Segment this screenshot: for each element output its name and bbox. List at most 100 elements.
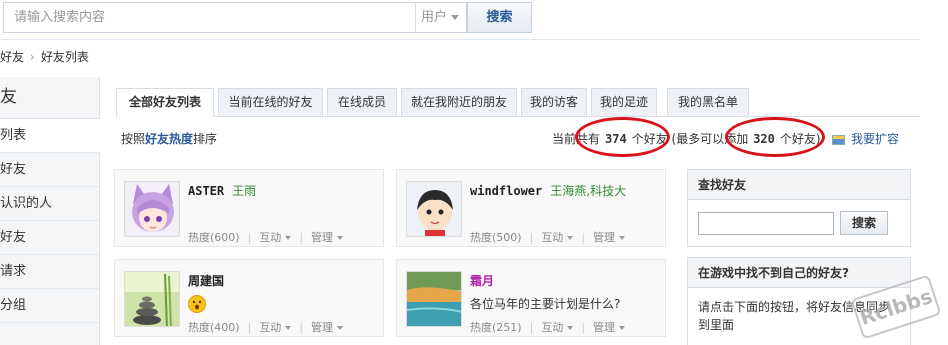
expand-label: 我要扩容: [851, 132, 900, 146]
divider: |: [581, 321, 586, 334]
chevron-right-icon: ›: [30, 50, 35, 64]
tab-footprints[interactable]: 我的足迹: [591, 88, 657, 117]
sidebar-item[interactable]: 列表: [0, 119, 101, 153]
manage-label: 管理: [593, 231, 616, 244]
sort-bar: 按照好友热度排序: [121, 130, 217, 147]
chevron-down-icon: [567, 236, 574, 240]
avatar[interactable]: [124, 271, 180, 327]
sort-suffix: 排序: [193, 132, 218, 146]
sort-key-link[interactable]: 好友热度: [145, 132, 193, 146]
chevron-down-icon: [337, 236, 344, 240]
chevron-down-icon: [567, 326, 574, 330]
friend-name-link[interactable]: 霜月: [470, 272, 494, 289]
tab-visitors[interactable]: 我的访客: [521, 88, 587, 117]
interact-label: 互动: [541, 231, 564, 244]
cartoon-boy-avatar: [407, 182, 461, 236]
friend-stats: 当前共有 374 个好友 (最多可以添加 320 个好友): [552, 130, 821, 147]
chevron-down-icon: [619, 236, 626, 240]
tab-online-members[interactable]: 在线成员: [327, 88, 397, 117]
surprised-face-icon: [188, 295, 206, 313]
chevron-down-icon: [337, 326, 344, 330]
breadcrumb-item[interactable]: 好友列表: [41, 50, 89, 64]
sidebar-item[interactable]: 好友: [0, 153, 99, 187]
manage-label: 管理: [593, 321, 616, 334]
friend-meta: 热度(251) | 互动 | 管理: [470, 319, 626, 335]
panel-title: 在游戏中找不到自己的好友?: [688, 258, 910, 288]
search-button[interactable]: 搜索: [467, 2, 532, 33]
avatar[interactable]: [124, 181, 180, 237]
interact-menu[interactable]: 互动: [259, 321, 292, 334]
friend-name: 霜月: [470, 274, 495, 288]
stats-mid: 个好友 (最多可以添加: [631, 132, 749, 146]
friend-note: 王雨: [232, 184, 257, 198]
sidebar-item[interactable]: 请求: [0, 255, 99, 289]
friend-name-link[interactable]: 周建国: [188, 272, 224, 289]
interact-label: 互动: [259, 321, 282, 334]
chevron-down-icon: [451, 15, 460, 20]
friend-card: ASTER 王雨 热度(600) | 互动 | 管理: [114, 169, 384, 247]
divider: |: [247, 321, 252, 334]
friend-name-link[interactable]: ASTER 王雨: [188, 182, 256, 199]
divider: |: [581, 231, 586, 244]
chevron-down-icon: [619, 326, 626, 330]
tab-bar: 全部好友列表 当前在线的好友 在线成员 就在我附近的朋友 我的访客 我的足迹 我…: [116, 88, 920, 117]
breadcrumb-item[interactable]: 好友: [0, 50, 24, 64]
manage-menu[interactable]: 管理: [593, 231, 626, 244]
find-friend-panel: 查找好友 搜索: [687, 169, 911, 247]
expand-link[interactable]: 我要扩容: [832, 130, 899, 147]
sidebar-title: 友: [0, 77, 99, 119]
friend-heat: 热度(400): [188, 321, 240, 334]
panel-title: 查找好友: [688, 170, 910, 200]
interact-menu[interactable]: 互动: [259, 231, 292, 244]
divider: |: [529, 231, 534, 244]
sidebar-item[interactable]: 认识的人: [0, 187, 99, 221]
friend-status-text: 各位马年的主要计划是什么?: [470, 297, 621, 311]
divider: |: [529, 321, 534, 334]
zen-stones-avatar: [125, 272, 179, 326]
interact-menu[interactable]: 互动: [541, 231, 574, 244]
lake-landscape-avatar: [407, 272, 461, 326]
sidebar-item[interactable]: 好友: [0, 221, 99, 255]
tab-blacklist[interactable]: 我的黑名单: [667, 88, 749, 117]
friend-note: 王海燕,科技大: [550, 184, 627, 198]
sidebar-item[interactable]: 分组: [0, 289, 99, 323]
friend-meta: 热度(600) | 互动 | 管理: [188, 229, 344, 245]
find-friend-button[interactable]: 搜索: [840, 211, 888, 235]
sort-prefix: 按照: [121, 132, 146, 146]
anime-cat-girl-avatar: [125, 182, 179, 236]
friend-max: 320: [753, 132, 775, 146]
manage-menu[interactable]: 管理: [593, 321, 626, 334]
tab-all-friends[interactable]: 全部好友列表: [116, 88, 214, 117]
stats-prefix: 当前共有: [552, 132, 601, 146]
sidebar: 友 列表 好友 认识的人 好友 请求 分组: [0, 77, 101, 345]
search-type-label: 用户: [421, 10, 448, 25]
friend-heat: 热度(600): [188, 231, 240, 244]
expand-icon: [832, 134, 845, 145]
interact-menu[interactable]: 互动: [541, 321, 574, 334]
friend-meta: 热度(500) | 互动 | 管理: [470, 229, 626, 245]
friend-name-link[interactable]: windflower 王海燕,科技大: [470, 182, 626, 199]
chevron-down-icon: [285, 326, 292, 330]
manage-menu[interactable]: 管理: [311, 231, 344, 244]
friend-count: 374: [605, 132, 627, 146]
page: 请输入搜索内容 用户 搜索 好友 › 好友列表 友 列表 好友 认识的人 好友 请求…: [0, 0, 948, 345]
find-friend-input[interactable]: [698, 212, 834, 235]
friend-heat: 热度(251): [470, 321, 522, 334]
chevron-down-icon: [285, 236, 292, 240]
search-type-select[interactable]: 用户: [415, 2, 467, 33]
avatar[interactable]: [406, 271, 462, 327]
breadcrumb: 好友 › 好友列表: [0, 48, 95, 65]
friend-name: windflower: [470, 184, 543, 198]
friend-card: 霜月 各位马年的主要计划是什么? 热度(251) | 互动 | 管理: [396, 259, 666, 337]
manage-menu[interactable]: 管理: [311, 321, 344, 334]
tab-online-friends[interactable]: 当前在线的好友: [218, 88, 323, 117]
status-emoji: [188, 295, 206, 316]
avatar[interactable]: [406, 181, 462, 237]
search-input[interactable]: 请输入搜索内容: [3, 2, 416, 33]
tab-nearby-friends[interactable]: 就在我附近的朋友: [401, 88, 517, 117]
friend-name: ASTER: [188, 184, 225, 198]
divider: |: [247, 231, 252, 244]
friend-heat: 热度(500): [470, 231, 522, 244]
friend-name: 周建国: [188, 274, 225, 288]
manage-label: 管理: [311, 321, 334, 334]
